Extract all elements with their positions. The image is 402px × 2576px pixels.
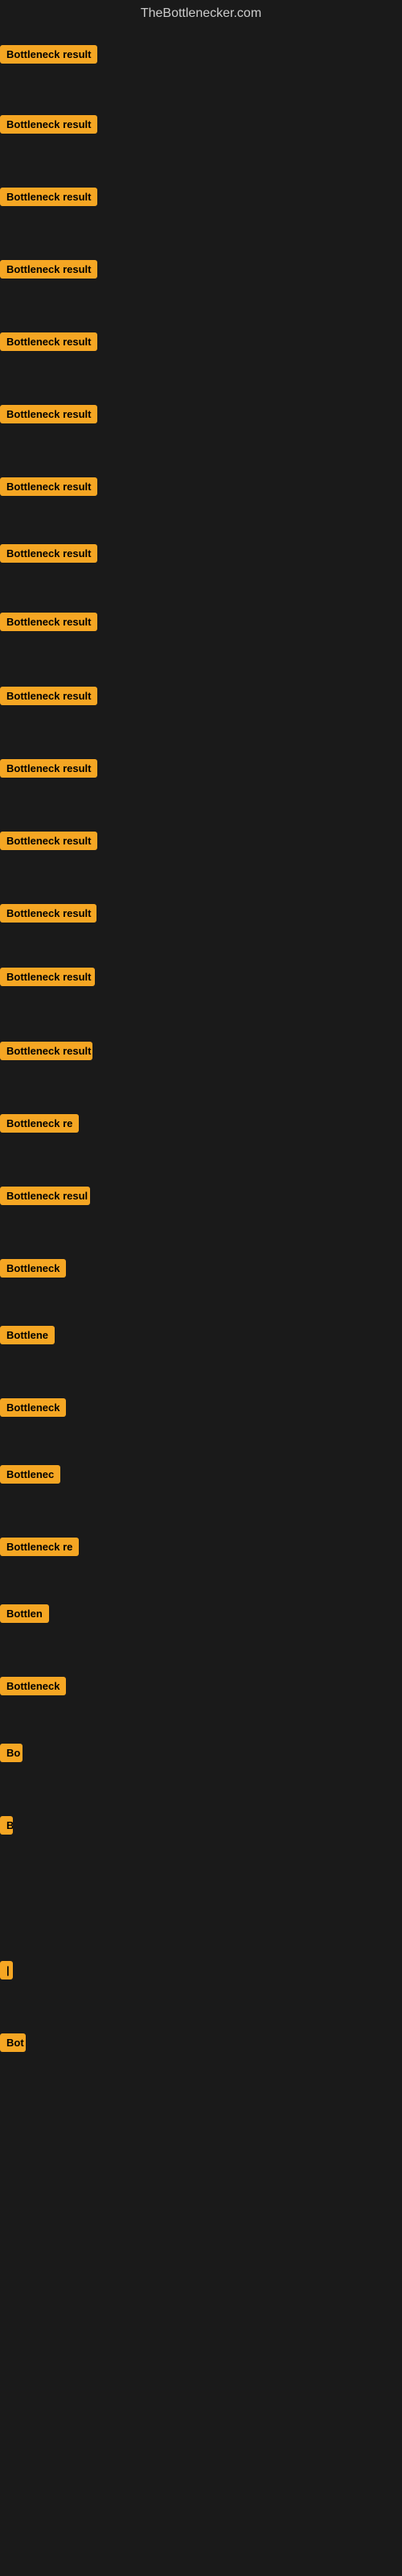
bottleneck-item: Bottleneck re (0, 1114, 79, 1133)
bottleneck-item: Bottleneck (0, 1398, 66, 1417)
bottleneck-badge: Bottleneck (0, 1259, 66, 1278)
bottleneck-badge: Bottleneck result (0, 687, 97, 705)
bottleneck-badge: Bottleneck result (0, 115, 97, 134)
bottleneck-badge: Bottleneck result (0, 260, 97, 279)
bottleneck-badge: Bottleneck result (0, 968, 95, 986)
bottleneck-badge: Bottleneck result (0, 832, 97, 850)
bottleneck-badge: Bottleneck result (0, 1042, 92, 1060)
bottleneck-item: Bottleneck result (0, 188, 97, 206)
bottleneck-badge: Bottlen (0, 1604, 49, 1623)
bottleneck-badge: Bottlenec (0, 1465, 60, 1484)
bottleneck-badge: Bottleneck (0, 1677, 66, 1695)
bottleneck-badge: Bottleneck result (0, 332, 97, 351)
bottleneck-badge: Bottleneck resul (0, 1187, 90, 1205)
bottleneck-badge: Bottleneck result (0, 544, 97, 563)
bottleneck-item: Bottlenec (0, 1465, 60, 1484)
bottleneck-item: | (0, 1961, 13, 1979)
bottleneck-item: Bottlen (0, 1604, 49, 1623)
bottleneck-badge: Bottleneck result (0, 188, 97, 206)
bottleneck-item: Bottleneck result (0, 759, 97, 778)
site-title: TheBottlenecker.com (0, 0, 402, 24)
bottleneck-item: Bottleneck result (0, 260, 97, 279)
bottleneck-item: Bottleneck (0, 1259, 66, 1278)
bottleneck-item: Bot (0, 2033, 26, 2052)
bottleneck-badge: Bottleneck (0, 1398, 66, 1417)
bottleneck-item: Bottleneck result (0, 405, 97, 423)
bottleneck-item: Bottleneck result (0, 904, 96, 923)
bottleneck-item: Bottleneck result (0, 115, 97, 134)
bottleneck-item: Bottleneck result (0, 1042, 92, 1060)
bottleneck-item: Bottleneck (0, 1677, 66, 1695)
bottleneck-item: Bottleneck result (0, 477, 97, 496)
bottleneck-badge: Bottleneck re (0, 1114, 79, 1133)
bottleneck-badge: Bottleneck result (0, 405, 97, 423)
bottleneck-badge: Bo (0, 1744, 23, 1762)
bottleneck-item: B (0, 1816, 13, 1835)
bottleneck-item: Bottleneck result (0, 968, 95, 986)
bottleneck-badge: Bottleneck result (0, 613, 97, 631)
bottleneck-badge: Bottleneck result (0, 477, 97, 496)
bottleneck-badge: Bottleneck result (0, 759, 97, 778)
bottleneck-badge: Bottleneck result (0, 904, 96, 923)
bottleneck-item: Bottleneck re (0, 1538, 79, 1556)
bottleneck-item: Bottleneck result (0, 45, 97, 64)
bottleneck-item: Bottleneck result (0, 544, 97, 563)
bottleneck-badge: | (0, 1961, 13, 1979)
bottleneck-item: Bottleneck result (0, 832, 97, 850)
bottleneck-item: Bottleneck resul (0, 1187, 90, 1205)
bottleneck-item: Bo (0, 1744, 23, 1762)
bottleneck-badge: B (0, 1816, 13, 1835)
bottleneck-badge: Bot (0, 2033, 26, 2052)
bottleneck-item: Bottleneck result (0, 613, 97, 631)
bottleneck-item: Bottleneck result (0, 687, 97, 705)
bottleneck-item: Bottleneck result (0, 332, 97, 351)
bottleneck-item: Bottlene (0, 1326, 55, 1344)
bottleneck-badge: Bottlene (0, 1326, 55, 1344)
bottleneck-badge: Bottleneck result (0, 45, 97, 64)
bottleneck-badge: Bottleneck re (0, 1538, 79, 1556)
